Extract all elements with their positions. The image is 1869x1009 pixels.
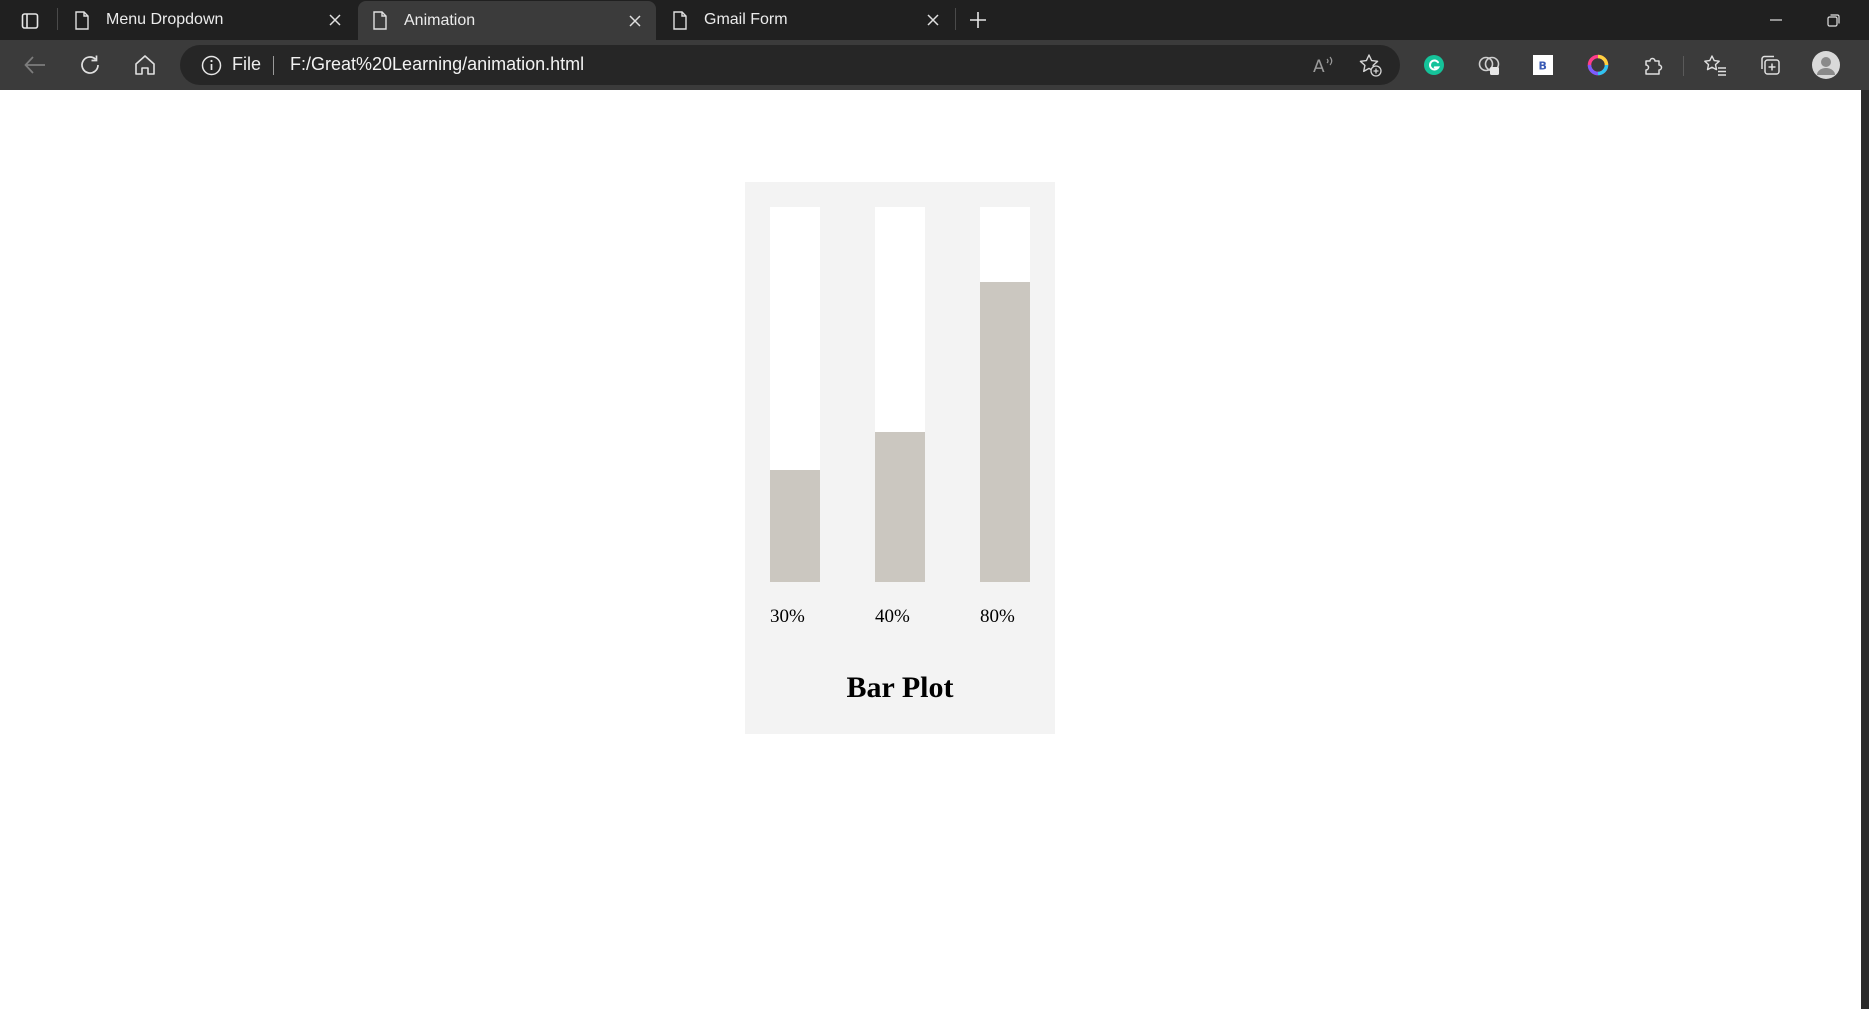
page-viewport: 30% 40% 80% Bar Plot bbox=[0, 90, 1861, 1009]
bar-1 bbox=[770, 469, 820, 582]
address-bar[interactable]: File F:/Great%20Learning/animation.html … bbox=[180, 45, 1400, 85]
favorite-add-icon[interactable] bbox=[1356, 52, 1384, 78]
chart-title: Bar Plot bbox=[846, 671, 954, 704]
bar-2 bbox=[875, 432, 925, 582]
home-icon[interactable] bbox=[127, 48, 163, 82]
tab-title: Gmail Form bbox=[704, 11, 788, 28]
address-separator bbox=[273, 56, 274, 75]
puzzle-icon[interactable] bbox=[1638, 50, 1668, 80]
profile-avatar-icon[interactable] bbox=[1811, 50, 1841, 80]
page-icon bbox=[74, 10, 92, 30]
extension-b-icon[interactable]: B bbox=[1528, 50, 1558, 80]
scrollbar[interactable] bbox=[1861, 90, 1869, 1009]
tab-animation[interactable]: Animation bbox=[358, 1, 656, 40]
read-aloud-icon[interactable]: A bbox=[1310, 52, 1338, 78]
info-icon[interactable] bbox=[200, 54, 222, 76]
tab-actions-icon[interactable] bbox=[12, 6, 48, 36]
minimize-icon[interactable] bbox=[1753, 4, 1799, 36]
close-icon[interactable] bbox=[622, 8, 648, 34]
bar-track-1 bbox=[770, 207, 820, 582]
browser-toolbar: File F:/Great%20Learning/animation.html … bbox=[0, 40, 1869, 90]
collections-icon[interactable] bbox=[1755, 50, 1785, 80]
toolbar-divider bbox=[1683, 56, 1684, 76]
tab-title: Menu Dropdown bbox=[106, 11, 224, 28]
color-picker-icon[interactable] bbox=[1583, 50, 1613, 80]
page-icon bbox=[372, 11, 390, 31]
bar-plot-card: 30% 40% 80% Bar Plot bbox=[745, 182, 1055, 734]
close-icon[interactable] bbox=[920, 7, 946, 33]
tab-strip: Menu Dropdown Animation Gmail Form bbox=[0, 0, 1869, 40]
tab-separator bbox=[955, 8, 956, 30]
scheme-label: File bbox=[232, 54, 262, 74]
bar-3 bbox=[980, 282, 1030, 582]
grammarly-icon[interactable] bbox=[1419, 50, 1449, 80]
svg-text:B: B bbox=[1539, 60, 1547, 73]
restore-icon[interactable] bbox=[1810, 4, 1856, 36]
extension-tracker-icon[interactable] bbox=[1474, 50, 1504, 80]
tab-title: Animation bbox=[404, 11, 476, 29]
favorites-icon[interactable] bbox=[1700, 50, 1730, 80]
bar-track-3 bbox=[980, 207, 1030, 582]
bar-track-2 bbox=[875, 207, 925, 582]
tab-gmail-form[interactable]: Gmail Form bbox=[658, 0, 954, 40]
refresh-icon[interactable] bbox=[72, 48, 108, 82]
tab-menu-dropdown[interactable]: Menu Dropdown bbox=[60, 0, 356, 40]
bar-label-2: 40% bbox=[875, 606, 910, 627]
bar-label-1: 30% bbox=[770, 606, 805, 627]
close-icon[interactable] bbox=[322, 7, 348, 33]
plus-icon[interactable] bbox=[962, 6, 994, 34]
tab-separator bbox=[57, 8, 58, 30]
back-arrow-icon[interactable] bbox=[17, 48, 53, 82]
url-text[interactable]: F:/Great%20Learning/animation.html bbox=[290, 54, 584, 75]
bar-label-3: 80% bbox=[980, 606, 1015, 627]
svg-text:A: A bbox=[1313, 57, 1325, 75]
page-icon bbox=[672, 10, 690, 30]
